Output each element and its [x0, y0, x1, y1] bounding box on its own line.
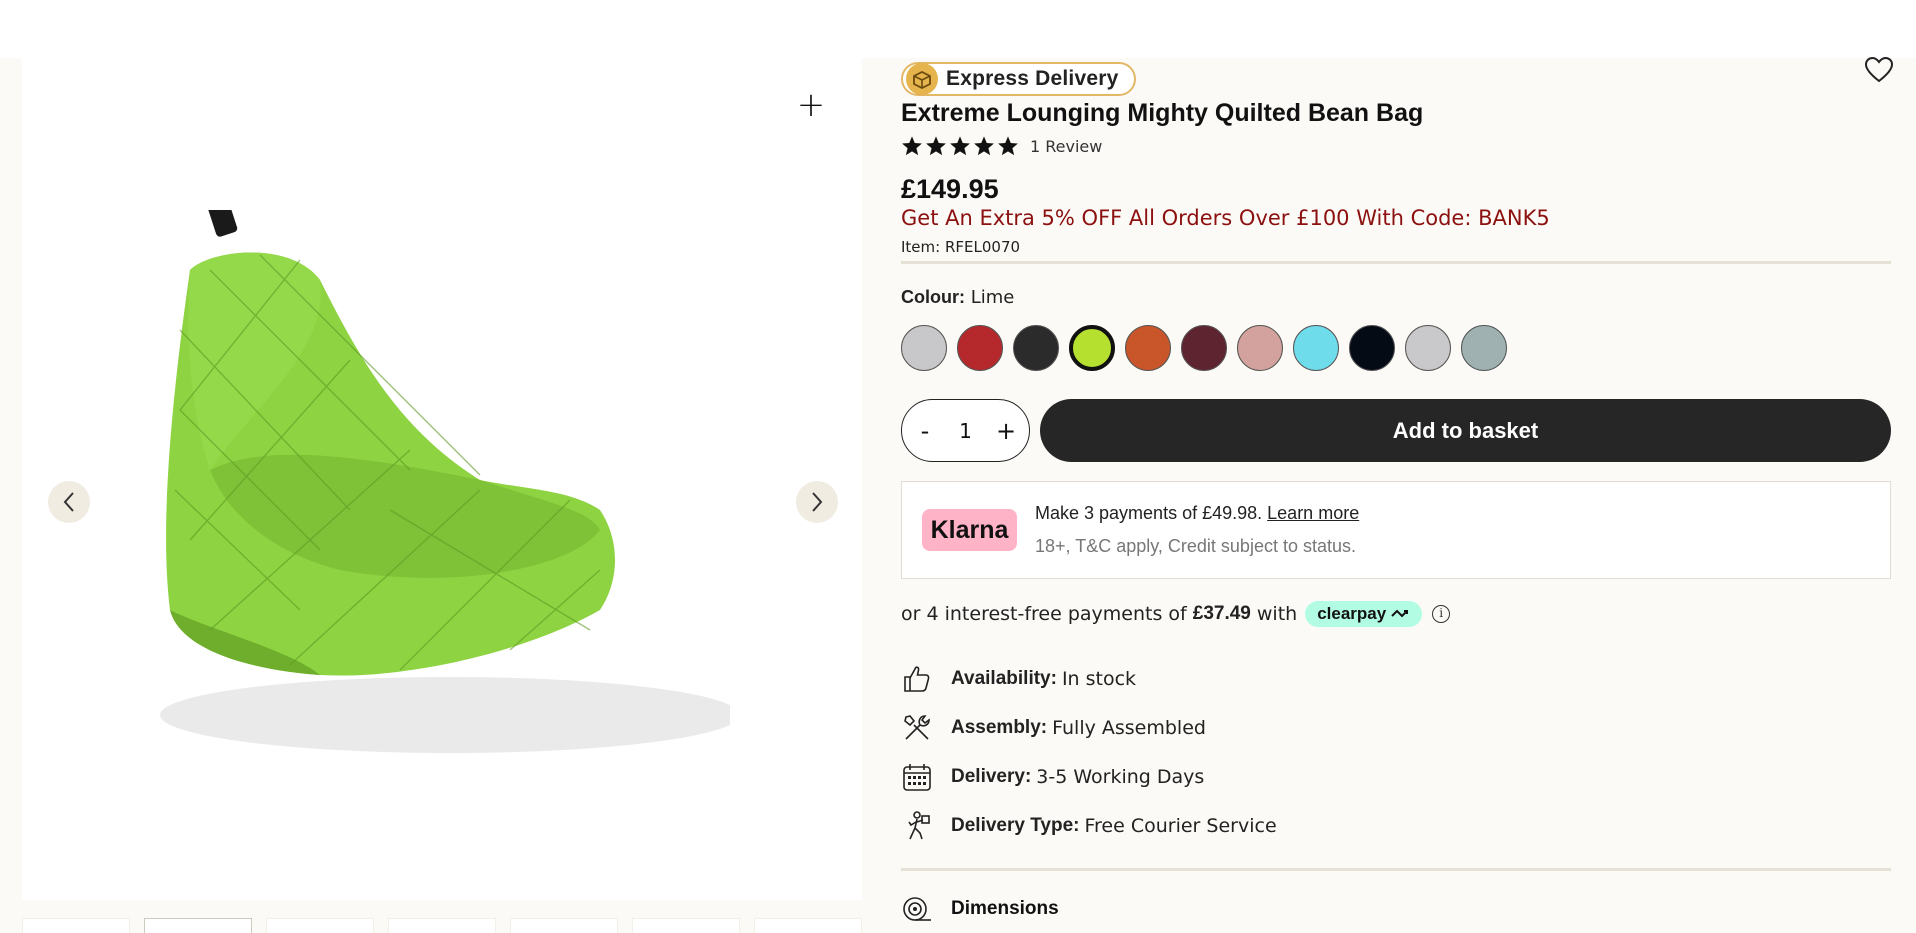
- colour-swatch[interactable]: [1069, 325, 1115, 371]
- courier-icon: [908, 811, 930, 840]
- decrease-quantity-button[interactable]: -: [912, 417, 938, 445]
- colour-swatch[interactable]: [1293, 325, 1339, 371]
- gallery-prev-button[interactable]: [48, 481, 90, 523]
- product-price: £149.95: [901, 174, 999, 204]
- quantity-stepper: - +: [901, 399, 1030, 462]
- express-delivery-badge: Express Delivery: [901, 62, 1137, 96]
- assembly-value: Fully Assembled: [1052, 717, 1206, 739]
- colour-swatches: [901, 325, 1507, 371]
- clearpay-brand: clearpay: [1317, 604, 1387, 623]
- thumbs-up-icon: [904, 666, 930, 692]
- divider: [901, 868, 1891, 871]
- star-icon: [926, 136, 946, 156]
- calendar-icon: [903, 764, 931, 791]
- colour-swatch[interactable]: [1181, 325, 1227, 371]
- add-to-basket-button[interactable]: Add to basket: [1040, 399, 1891, 462]
- chevron-left-icon: [63, 492, 74, 512]
- clearpay-badge[interactable]: clearpay: [1305, 601, 1423, 627]
- info-icon[interactable]: i: [1432, 605, 1451, 623]
- colour-swatch[interactable]: [957, 325, 1003, 371]
- colour-swatch[interactable]: [1237, 325, 1283, 371]
- colour-label-key: Colour:: [901, 287, 965, 307]
- thumbnail[interactable]: [22, 918, 130, 933]
- colour-swatch[interactable]: [1405, 325, 1451, 371]
- dimensions-label: Dimensions: [951, 898, 1059, 919]
- colour-label: Colour: Lime: [901, 287, 1014, 308]
- star-icon: [998, 136, 1018, 156]
- spec-availability: Availability: In stock: [901, 663, 1136, 695]
- tape-measure-icon: [903, 897, 931, 921]
- availability-label: Availability:: [951, 668, 1057, 689]
- spec-delivery-type: Delivery Type: Free Courier Service: [901, 810, 1277, 842]
- tools-icon: [904, 715, 930, 740]
- thumbnail[interactable]: [510, 918, 618, 933]
- zoom-button[interactable]: +: [795, 88, 827, 122]
- selected-colour: Lime: [970, 287, 1015, 308]
- availability-value: In stock: [1061, 668, 1137, 690]
- clearpay-arrows-icon: [1391, 609, 1409, 618]
- thumbnail[interactable]: [754, 918, 862, 933]
- top-bar: [0, 0, 1916, 58]
- promo-text: Get An Extra 5% OFF All Orders Over £100…: [901, 206, 1550, 230]
- klarna-message: Make 3 payments of £49.98. Learn more: [1035, 503, 1359, 524]
- delivery-label: Delivery:: [951, 766, 1032, 787]
- colour-swatch[interactable]: [1461, 325, 1507, 371]
- delivery-box-icon: [906, 63, 938, 95]
- heart-icon[interactable]: [1864, 56, 1894, 84]
- thumbnail-strip: [22, 918, 862, 933]
- klarna-text: Make 3 payments of £49.98.: [1035, 503, 1263, 523]
- delivery-value: 3-5 Working Days: [1036, 766, 1205, 788]
- star-icon: [950, 136, 970, 156]
- spec-assembly: Assembly: Fully Assembled: [901, 712, 1206, 744]
- spec-delivery: Delivery: 3-5 Working Days: [901, 761, 1204, 793]
- delivery-type-label: Delivery Type:: [951, 815, 1080, 836]
- product-title: Extreme Lounging Mighty Quilted Bean Bag: [901, 99, 1424, 127]
- thumbnail[interactable]: [632, 918, 740, 933]
- quantity-input[interactable]: [945, 418, 986, 443]
- thumbnail[interactable]: [266, 918, 374, 933]
- express-delivery-label: Express Delivery: [946, 67, 1119, 90]
- clearpay-with: with: [1256, 603, 1298, 625]
- dimensions-section-header[interactable]: Dimensions: [901, 893, 1059, 925]
- divider: [901, 261, 1891, 264]
- klarna-learn-more-link[interactable]: Learn more: [1267, 503, 1359, 523]
- clearpay-amount: £37.49: [1192, 603, 1251, 624]
- thumbnail[interactable]: [388, 918, 496, 933]
- rating[interactable]: 1 Review: [901, 135, 1102, 157]
- review-count-link[interactable]: 1 Review: [1030, 137, 1102, 156]
- thumbnail[interactable]: [144, 918, 252, 933]
- product-image: [160, 210, 730, 753]
- delivery-type-value: Free Courier Service: [1084, 815, 1277, 837]
- clearpay-message: or 4 interest-free payments of £37.49 wi…: [901, 601, 1451, 627]
- colour-swatch[interactable]: [1349, 325, 1395, 371]
- increase-quantity-button[interactable]: +: [993, 417, 1019, 445]
- assembly-label: Assembly:: [951, 717, 1048, 738]
- item-code: Item: RFEL0070: [901, 238, 1021, 256]
- chevron-right-icon: [812, 492, 823, 512]
- clearpay-prefix: or 4 interest-free payments of: [901, 603, 1187, 625]
- klarna-subtext: 18+, T&C apply, Credit subject to status…: [1035, 536, 1356, 556]
- colour-swatch[interactable]: [901, 325, 947, 371]
- star-icon: [974, 136, 994, 156]
- klarna-logo: Klarna: [922, 509, 1017, 551]
- klarna-panel: Klarna Make 3 payments of £49.98. Learn …: [901, 481, 1891, 579]
- gallery-next-button[interactable]: [796, 481, 838, 523]
- colour-swatch[interactable]: [1125, 325, 1171, 371]
- star-icon: [902, 136, 922, 156]
- colour-swatch[interactable]: [1013, 325, 1059, 371]
